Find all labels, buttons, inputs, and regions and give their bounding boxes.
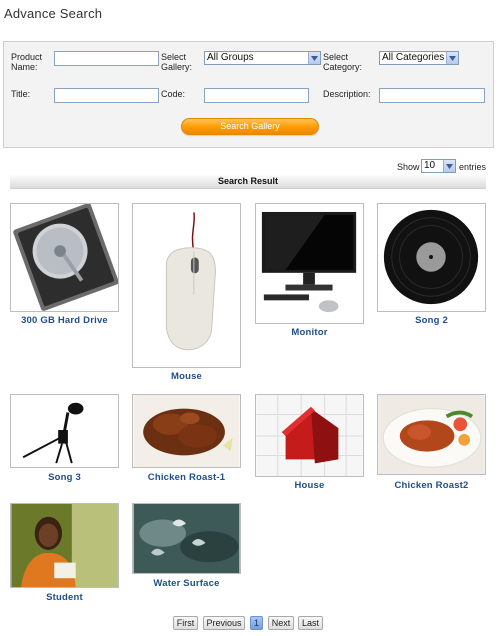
code-input[interactable] bbox=[204, 88, 309, 103]
page-size-value: 10 bbox=[424, 160, 436, 171]
hard-drive-image[interactable] bbox=[10, 203, 119, 312]
chevron-down-icon bbox=[443, 160, 455, 172]
chevron-down-icon bbox=[308, 52, 320, 64]
item-caption[interactable]: Mouse bbox=[132, 371, 241, 382]
product-name-label: Product Name: bbox=[11, 52, 43, 72]
item-caption[interactable]: House bbox=[255, 480, 364, 491]
vinyl-record-image[interactable] bbox=[377, 203, 486, 312]
item-caption[interactable]: Song 3 bbox=[10, 472, 119, 483]
monitor-image[interactable] bbox=[255, 203, 364, 324]
product-name-input[interactable] bbox=[54, 51, 159, 66]
item-caption[interactable]: Chicken Roast-1 bbox=[132, 472, 241, 483]
water-surface-image[interactable] bbox=[132, 503, 241, 574]
gallery-select-value: All Groups bbox=[207, 52, 254, 63]
puzzle-house-image[interactable] bbox=[255, 394, 364, 477]
description-label: Description: bbox=[323, 89, 371, 99]
item-caption[interactable]: 300 GB Hard Drive bbox=[10, 315, 119, 326]
item-caption[interactable]: Chicken Roast2 bbox=[377, 480, 486, 491]
search-gallery-button[interactable]: Search Gallery bbox=[181, 118, 319, 135]
mouse-image[interactable] bbox=[132, 203, 241, 368]
title-label: Title: bbox=[11, 89, 31, 99]
item-caption[interactable]: Student bbox=[10, 592, 119, 603]
description-input[interactable] bbox=[379, 88, 485, 103]
page-title: Advance Search bbox=[4, 6, 103, 21]
pager-last-button[interactable]: Last bbox=[298, 616, 323, 630]
category-select-value: All Categories bbox=[382, 52, 445, 63]
code-label: Code: bbox=[161, 89, 186, 99]
student-image[interactable] bbox=[10, 503, 119, 588]
show-label: Show bbox=[397, 162, 420, 172]
chevron-down-icon bbox=[446, 52, 458, 64]
microphone-image[interactable] bbox=[10, 394, 119, 468]
category-select[interactable]: All Categories bbox=[379, 51, 459, 65]
item-caption[interactable]: Water Surface bbox=[132, 578, 241, 589]
entries-label: entries bbox=[459, 162, 487, 172]
item-caption[interactable]: Song 2 bbox=[377, 315, 486, 326]
item-caption[interactable]: Monitor bbox=[255, 327, 364, 338]
page-size-select[interactable]: 10 bbox=[421, 159, 456, 173]
pager-first-button[interactable]: First bbox=[173, 616, 198, 630]
chicken-plate-image[interactable] bbox=[377, 394, 486, 475]
pager-next-button[interactable]: Next bbox=[268, 616, 294, 630]
title-input[interactable] bbox=[54, 88, 159, 103]
pager-previous-button[interactable]: Previous bbox=[203, 616, 245, 630]
chicken-roast-image[interactable] bbox=[132, 394, 241, 468]
gallery-select[interactable]: All Groups bbox=[204, 51, 321, 65]
select-category-label: Select Category: bbox=[323, 52, 363, 72]
search-result-header: Search Result bbox=[10, 174, 486, 189]
search-form-panel: Product Name: Select Gallery: All Groups… bbox=[3, 41, 494, 148]
pager-page-1-button[interactable]: 1 bbox=[250, 616, 263, 630]
select-gallery-label: Select Gallery: bbox=[161, 52, 193, 72]
